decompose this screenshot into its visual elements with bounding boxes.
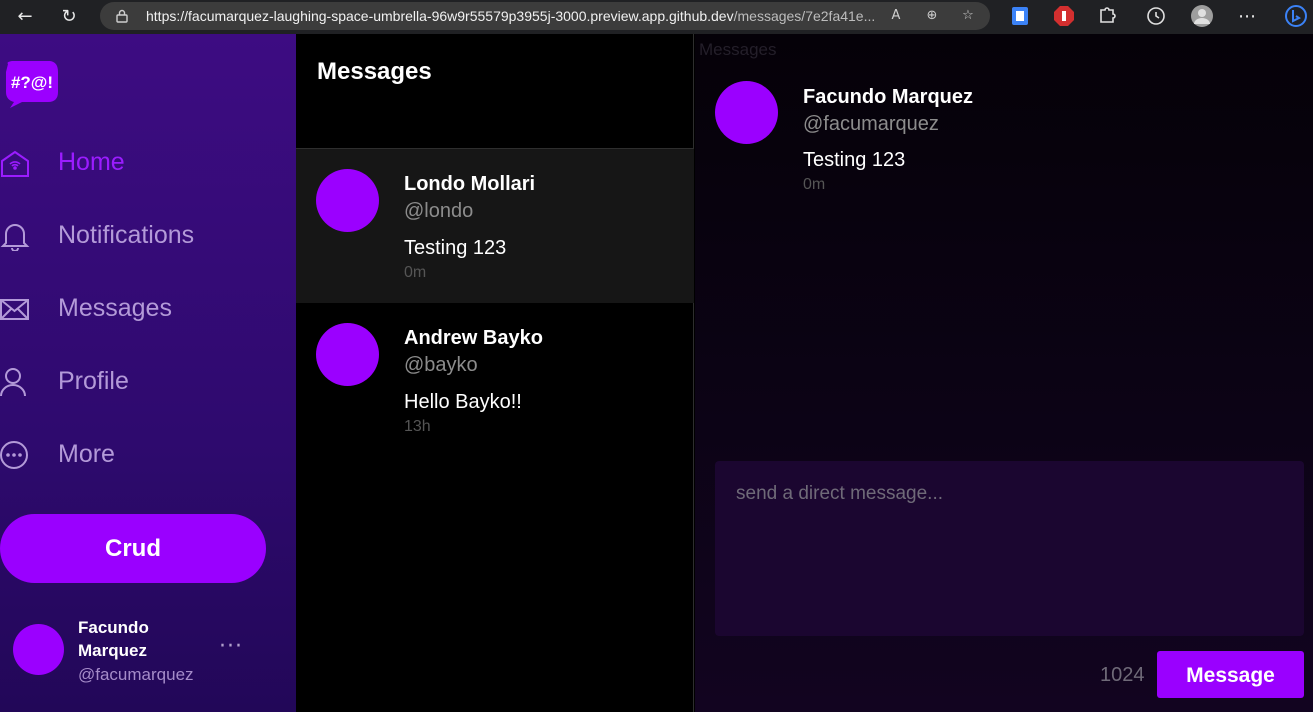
logo-text: #?@!: [11, 73, 53, 92]
sidebar-item-profile[interactable]: Profile: [0, 357, 296, 407]
message-author-name: Facundo Marquez: [803, 86, 974, 108]
current-user-handle: @facumarquez: [78, 665, 194, 684]
url-path: /messages/7e2fa41e...: [733, 8, 876, 24]
home-icon: [0, 150, 29, 177]
sidebar-item-label: Profile: [58, 367, 129, 395]
avatar: [316, 169, 379, 232]
bell-icon: [0, 224, 30, 251]
conversation-handle: @londo: [404, 200, 474, 222]
browser-menu-icon[interactable]: ⋯: [1234, 4, 1260, 30]
profile-avatar-icon[interactable]: [1190, 4, 1214, 28]
sidebar-item-label: Home: [58, 148, 125, 176]
message-thread-pane: Messages Facundo Marquez @facumarquez Te…: [695, 34, 1313, 712]
avatar: [316, 323, 379, 386]
avatar[interactable]: [13, 624, 64, 675]
current-user-name: Facundo Marquez: [78, 618, 149, 660]
conversation-name: Londo Mollari: [404, 173, 536, 195]
back-arrow-icon[interactable]: ←: [12, 4, 38, 30]
message-text: Testing 123: [803, 149, 906, 171]
reload-icon[interactable]: ↻: [56, 4, 82, 30]
read-aloud-icon[interactable]: A: [886, 7, 906, 25]
page-title: Messages: [317, 58, 432, 85]
sidebar-item-notifications[interactable]: Notifications: [0, 211, 296, 261]
lock-icon: [116, 9, 128, 23]
history-icon[interactable]: [1144, 4, 1168, 28]
conversation-preview: Hello Bayko!!: [404, 391, 522, 413]
conversation-item-bayko[interactable]: Andrew Bayko @bayko Hello Bayko!! 13h: [296, 303, 694, 457]
extensions-puzzle-icon[interactable]: [1095, 4, 1119, 28]
character-counter: 1024: [1100, 664, 1145, 686]
thread-label: Messages: [699, 40, 777, 59]
app-logo[interactable]: #?@!: [2, 58, 60, 110]
sidebar-item-label: More: [58, 440, 115, 468]
conversation-time: 13h: [404, 418, 431, 435]
direct-message-input[interactable]: [715, 461, 1304, 636]
envelope-icon: [0, 299, 29, 320]
conversation-list-pane: Messages Londo Mollari @londo Testing 12…: [296, 34, 694, 712]
sidebar-item-home[interactable]: Home: [0, 138, 296, 188]
conversation-name: Andrew Bayko: [404, 327, 543, 349]
sidebar-item-more[interactable]: More: [0, 430, 296, 480]
user-menu-ellipsis-icon[interactable]: ···: [219, 634, 245, 659]
message-author-handle: @facumarquez: [803, 113, 939, 135]
bing-icon[interactable]: [1284, 4, 1308, 28]
adblock-icon[interactable]: [1052, 4, 1076, 28]
url-text: https://facumarquez-laughing-space-umbre…: [146, 8, 875, 24]
sidebar-item-label: Notifications: [58, 221, 195, 249]
conversation-preview: Testing 123: [404, 237, 507, 259]
url-host: https://facumarquez-laughing-space-umbre…: [146, 8, 734, 24]
avatar[interactable]: [715, 81, 778, 144]
more-circle-icon: [0, 441, 28, 469]
sidebar-item-label: Messages: [58, 294, 172, 322]
message-time: 0m: [803, 176, 826, 193]
send-message-button[interactable]: Message: [1157, 651, 1304, 698]
sidebar: #?@! Home Notifications Messages Profile: [0, 34, 296, 712]
user-icon: [0, 368, 26, 397]
browser-toolbar: ← ↻ https://facumarquez-laughing-space-u…: [0, 0, 1313, 34]
extension-shield-icon[interactable]: [1008, 4, 1032, 28]
address-bar[interactable]: https://facumarquez-laughing-space-umbre…: [100, 2, 990, 30]
sidebar-item-messages[interactable]: Messages: [0, 284, 296, 334]
conversation-handle: @bayko: [404, 354, 478, 376]
zoom-icon[interactable]: ⊕: [922, 7, 942, 25]
crud-button[interactable]: Crud: [0, 514, 266, 583]
conversation-time: 0m: [404, 264, 427, 281]
favorite-star-icon[interactable]: ☆: [958, 7, 978, 25]
conversation-item-londo[interactable]: Londo Mollari @londo Testing 123 0m: [296, 149, 694, 303]
